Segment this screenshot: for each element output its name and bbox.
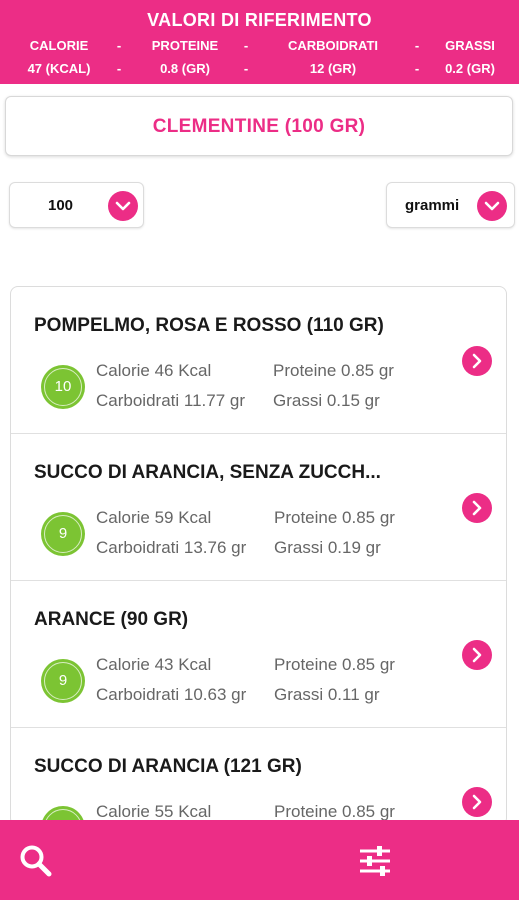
item-name: ARANCE (90 GR)	[34, 609, 189, 630]
item-calorie: Calorie 55 Kcal	[96, 802, 212, 821]
separator: -	[116, 61, 122, 76]
item-grassi: Grassi 0.15 gr	[273, 391, 380, 410]
quantity-value: 100	[48, 197, 74, 214]
separator: -	[414, 38, 420, 53]
value-calorie: 47 (KCAL)	[27, 61, 91, 76]
item-calorie: Calorie 46 Kcal	[96, 361, 212, 380]
list-item[interactable]: SUCCO DI ARANCIA (121 GR) Calorie 55 Kca…	[11, 728, 506, 825]
list-item[interactable]: ARANCE (90 GR) 9 Calorie 43 Kcal Protein…	[11, 581, 506, 728]
selected-food-title[interactable]: CLEMENTINE (100 GR)	[5, 96, 513, 156]
score-badge: 9	[41, 512, 85, 556]
label-grassi: GRASSI	[445, 38, 495, 53]
separator: -	[243, 38, 249, 53]
list-item[interactable]: POMPELMO, ROSA E ROSSO (110 GR) 10 Calor…	[11, 287, 506, 434]
value-carboidrati: 12 (GR)	[309, 61, 357, 76]
score-badge: 10	[41, 365, 85, 409]
header-values-row: 47 (KCAL) - 0.8 (GR) - 12 (GR) - 0.2 (GR…	[0, 61, 519, 79]
chevron-down-icon[interactable]	[477, 191, 507, 221]
separator: -	[116, 38, 122, 53]
item-proteine: Proteine 0.85 gr	[273, 361, 394, 380]
bottom-toolbar	[0, 820, 519, 900]
item-carboidrati: Carboidrati 13.76 gr	[96, 538, 247, 557]
chevron-right-icon[interactable]	[462, 493, 492, 523]
header-title: VALORI DI RIFERIMENTO	[147, 10, 372, 30]
item-grassi: Grassi 0.19 gr	[274, 538, 381, 557]
unit-select[interactable]: grammi	[386, 182, 515, 228]
label-calorie: CALORIE	[29, 38, 89, 53]
item-proteine: Proteine 0.85 gr	[274, 508, 395, 527]
chevron-right-icon[interactable]	[462, 787, 492, 817]
item-name: POMPELMO, ROSA E ROSSO (110 GR)	[34, 315, 384, 336]
sliders-icon[interactable]	[358, 844, 392, 878]
score-badge: 9	[41, 659, 85, 703]
chevron-right-icon[interactable]	[462, 346, 492, 376]
item-carboidrati: Carboidrati 11.77 gr	[96, 391, 245, 410]
quantity-select[interactable]: 100	[9, 182, 144, 228]
item-carboidrati: Carboidrati 10.63 gr	[96, 685, 247, 704]
search-icon[interactable]	[19, 844, 53, 878]
alternatives-list: POMPELMO, ROSA E ROSSO (110 GR) 10 Calor…	[10, 286, 507, 826]
label-proteine: PROTEINE	[151, 38, 219, 53]
chevron-right-icon[interactable]	[462, 640, 492, 670]
item-calorie: Calorie 43 Kcal	[96, 655, 212, 674]
item-grassi: Grassi 0.11 gr	[274, 685, 380, 704]
item-proteine: Proteine 0.85 gr	[274, 802, 395, 821]
item-name: SUCCO DI ARANCIA (121 GR)	[34, 756, 302, 777]
item-name: SUCCO DI ARANCIA, SENZA ZUCCH...	[34, 462, 381, 483]
item-proteine: Proteine 0.85 gr	[274, 655, 395, 674]
header-labels-row: CALORIE - PROTEINE - CARBOIDRATI - GRASS…	[0, 38, 519, 56]
chevron-down-icon[interactable]	[108, 191, 138, 221]
value-grassi: 0.2 (GR)	[445, 61, 495, 76]
separator: -	[414, 61, 420, 76]
list-item[interactable]: SUCCO DI ARANCIA, SENZA ZUCCH... 9 Calor…	[11, 434, 506, 581]
unit-value: grammi	[405, 197, 460, 214]
label-carboidrati: CARBOIDRATI	[287, 38, 379, 53]
separator: -	[243, 61, 249, 76]
reference-values-header: VALORI DI RIFERIMENTO CALORIE - PROTEINE…	[0, 0, 519, 84]
item-calorie: Calorie 59 Kcal	[96, 508, 212, 527]
value-proteine: 0.8 (GR)	[160, 61, 210, 76]
